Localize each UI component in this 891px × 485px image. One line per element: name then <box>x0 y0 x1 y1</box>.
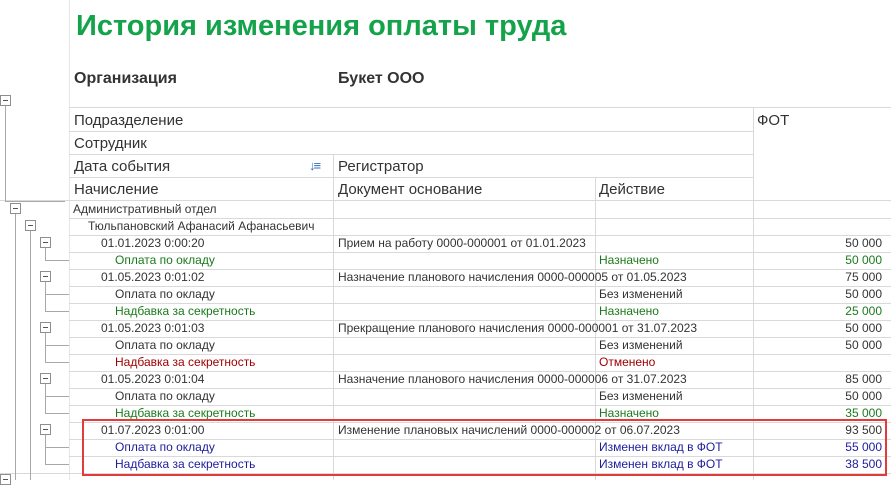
accrual-fot: 50 000 <box>845 287 882 301</box>
tree-line <box>45 362 69 363</box>
accrual-name[interactable]: Оплата по окладу <box>115 337 215 354</box>
accrual-fot: 50 000 <box>845 253 882 267</box>
accrual-name[interactable]: Надбавка за секретность <box>115 456 255 473</box>
header-line <box>69 177 753 178</box>
event-document[interactable]: Прекращение планового начисления 0000-00… <box>338 320 697 337</box>
header-basis-doc[interactable]: Документ основание <box>338 181 482 198</box>
accrual-name[interactable]: Оплата по окладу <box>115 388 215 405</box>
tree-line <box>45 464 69 465</box>
collapse-icon[interactable] <box>40 424 51 435</box>
accrual-action: Без изменений <box>599 389 683 403</box>
event-document[interactable]: Назначение планового начисления 0000-000… <box>338 371 687 388</box>
accrual-action: Изменен вклад в ФОТ <box>599 457 723 471</box>
tree-line <box>45 333 46 362</box>
event-date[interactable]: 01.05.2023 0:01:04 <box>101 371 204 388</box>
org-value: Букет ООО <box>338 70 425 87</box>
event-date[interactable]: 01.07.2023 0:01:00 <box>101 422 204 439</box>
accrual-name[interactable]: Оплата по окладу <box>115 252 215 269</box>
tree-line <box>45 311 69 312</box>
accrual-action: Изменен вклад в ФОТ <box>599 440 723 454</box>
row-line <box>0 473 891 474</box>
header-top-border <box>69 107 891 108</box>
collapse-icon[interactable] <box>0 95 11 106</box>
accrual-name[interactable]: Надбавка за секретность <box>115 303 255 320</box>
event-fot: 50 000 <box>845 236 882 250</box>
tree-line <box>5 106 6 202</box>
org-label: Организация <box>74 70 177 87</box>
header-event-date[interactable]: Дата события <box>74 158 170 175</box>
collapse-icon[interactable] <box>25 220 36 231</box>
collapse-icon[interactable] <box>40 373 51 384</box>
header-employee[interactable]: Сотрудник <box>74 135 147 152</box>
tree-line <box>30 231 31 480</box>
accrual-action: Назначено <box>599 253 659 267</box>
collapse-icon[interactable] <box>40 237 51 248</box>
fot-column-divider <box>753 107 754 480</box>
collapse-icon[interactable] <box>40 322 51 333</box>
accrual-name[interactable]: Надбавка за секретность <box>115 405 255 422</box>
tree-line <box>45 294 69 295</box>
header-action[interactable]: Действие <box>599 181 665 198</box>
accrual-name[interactable]: Оплата по окладу <box>115 286 215 303</box>
accrual-fot: 55 000 <box>845 440 882 454</box>
employee-row[interactable]: Тюльпановский Афанасий Афанасьевич <box>88 218 314 235</box>
event-date[interactable]: 01.05.2023 0:01:03 <box>101 320 204 337</box>
registrar-column-divider <box>333 155 334 480</box>
accrual-action: Назначено <box>599 304 659 318</box>
header-subdivision[interactable]: Подразделение <box>74 112 183 129</box>
tree-line <box>45 260 69 261</box>
tree-line <box>45 435 46 464</box>
header-fot[interactable]: ФОТ <box>757 112 789 129</box>
event-document[interactable]: Изменение плановых начислений 0000-00000… <box>338 422 680 439</box>
tree-line <box>45 447 69 448</box>
accrual-action: Без изменений <box>599 287 683 301</box>
tree-line <box>45 413 69 414</box>
accrual-fot: 35 000 <box>845 406 882 420</box>
event-date[interactable]: 01.01.2023 0:00:20 <box>101 235 204 252</box>
event-fot: 85 000 <box>845 372 882 386</box>
tree-line <box>15 214 16 480</box>
tree-line <box>45 384 46 413</box>
accrual-fot: 50 000 <box>845 389 882 403</box>
tree-line <box>45 345 69 346</box>
accrual-action: Отменено <box>599 355 656 369</box>
event-date[interactable]: 01.05.2023 0:01:02 <box>101 269 204 286</box>
header-accrual[interactable]: Начисление <box>74 181 159 198</box>
event-fot: 50 000 <box>845 321 882 335</box>
event-document[interactable]: Назначение планового начисления 0000-000… <box>338 269 687 286</box>
event-fot: 93 500 <box>845 423 882 437</box>
tree-line <box>45 248 46 260</box>
accrual-fot: 25 000 <box>845 304 882 318</box>
collapse-icon[interactable] <box>40 271 51 282</box>
accrual-name[interactable]: Оплата по окладу <box>115 439 215 456</box>
sort-descending-icon[interactable]: ↓≡ <box>309 158 321 173</box>
accrual-name[interactable]: Надбавка за секретность <box>115 354 255 371</box>
event-document[interactable]: Прием на работу 0000-000001 от 01.01.202… <box>338 235 586 252</box>
tree-line <box>45 282 46 311</box>
event-fot: 75 000 <box>845 270 882 284</box>
accrual-action: Назначено <box>599 406 659 420</box>
accrual-fot: 50 000 <box>845 338 882 352</box>
tree-line <box>45 396 69 397</box>
department-row[interactable]: Административный отдел <box>73 201 217 218</box>
header-line <box>69 131 753 132</box>
header-registrar[interactable]: Регистратор <box>338 158 424 175</box>
accrual-fot: 38 500 <box>845 457 882 471</box>
report-title: История изменения оплаты труда <box>76 10 567 42</box>
left-gutter <box>0 0 70 480</box>
tree-line <box>5 201 65 202</box>
header-line <box>69 154 753 155</box>
collapse-icon[interactable] <box>10 203 21 214</box>
accrual-action: Без изменений <box>599 338 683 352</box>
